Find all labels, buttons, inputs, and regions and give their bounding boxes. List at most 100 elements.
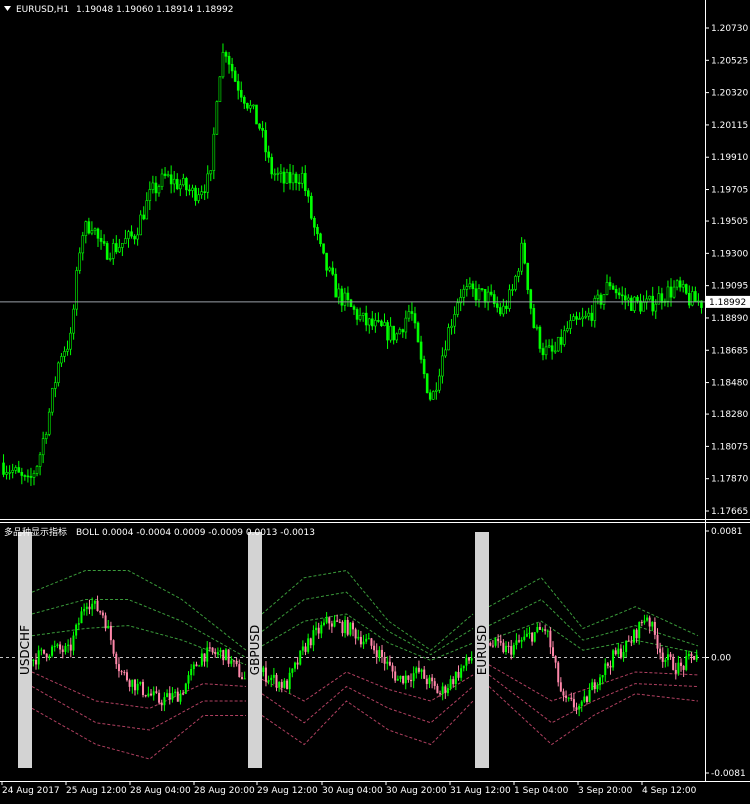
price-candle-body [563,330,566,345]
price-candle-body [642,302,645,312]
upper-band-line [261,591,474,656]
oscillator-candle-body [394,671,397,681]
symbol-tag-label: GBPUSD [248,625,262,675]
price-candle-body [264,130,267,153]
oscillator-candle-body [591,682,594,690]
lower-band-line [261,671,474,702]
oscillator-candle-body [575,707,578,710]
price-candle-body [636,296,639,302]
price-candle-body [654,303,658,312]
price-candle-body [514,276,517,290]
oscillator-candle-body [417,667,420,672]
oscillator-candle-body [354,629,357,639]
upper-band-line [488,598,699,647]
lower-band-line [488,664,699,702]
price-candle-body [87,221,91,234]
main-price-candles [2,43,703,486]
price-candle-body [172,178,176,185]
price-candle-body [367,318,371,326]
oscillator-candle-body [43,649,46,654]
price-candle-body [47,411,51,435]
oscillator-candle-body [359,636,362,645]
price-candle-body [605,282,609,295]
oscillator-candle-body [690,653,693,657]
price-tick-label: 1.20730 [711,24,748,34]
price-candle-body [169,174,173,185]
oscillator-candle-body [510,646,513,655]
oscillator-candle-body [299,650,302,665]
oscillator-candle-body [59,644,62,650]
oscillator-candle-body [155,691,158,693]
price-candle-body [687,293,691,306]
price-candle-body [575,316,578,320]
oscillator-candle-body [680,662,683,666]
oscillator-candle-body [328,617,331,624]
price-candle-body [428,392,432,400]
oscillator-candle-body [322,622,325,626]
oscillator-candle-body [499,641,502,643]
oscillator-candle-body [341,621,344,634]
oscillator-candle-body [546,630,549,632]
dropdown-triangle-icon[interactable] [4,6,11,11]
price-tick-label: 1.19705 [711,186,748,196]
oscillator-candle-body [200,653,203,666]
price-candle-body [279,171,283,174]
oscillator-candle-body [672,656,675,670]
price-candle-body [398,329,402,335]
oscillator-candle-body [147,693,150,697]
price-candle-body [185,178,188,191]
oscillator-candle-body [588,689,591,702]
oscillator-candle-body [224,649,227,661]
oscillator-candle-body [240,676,243,680]
oscillator-candle-body [133,679,136,691]
oscillator-candle-body [192,664,195,669]
oscillator-candle-body [559,682,562,692]
oscillator-candle-body [431,677,434,682]
oscillator-candle-body [40,649,43,651]
oscillator-candle-body [171,693,174,700]
oscillator-candle-body [96,600,99,611]
oscillator-candle-body [428,677,431,685]
oscillator-candle-body [502,642,505,653]
price-candle-body [611,285,615,290]
price-candle-body [584,315,587,318]
oscillator-candle-body [69,644,72,651]
oscillator-candle-body [449,679,452,689]
oscillator-candle-body [37,650,40,665]
price-candle-body [203,191,206,193]
time-tick-label: 30 Aug 04:00 [322,786,383,796]
oscillator-candle-body [346,619,349,635]
oscillator-candle-body [653,621,656,635]
price-candle-body [572,316,575,321]
oscillator-candle-body [362,641,365,645]
price-candle-body [285,171,289,184]
price-candle-body [413,313,417,324]
price-candle-body [154,182,158,194]
oscillator-candle-body [554,655,557,663]
price-candle-body [502,305,505,315]
price-candle-body [681,284,685,288]
price-candle-body [297,182,301,184]
price-candle-body [511,289,514,291]
price-tick-label: 1.17870 [711,475,748,485]
oscillator-candle-body [317,627,320,634]
oscillator-candle-body [291,668,294,673]
price-candle-body [392,325,395,341]
oscillator-candle-body [190,668,193,676]
price-candle-body [182,178,185,186]
price-candle-body [660,293,664,303]
price-candle-body [17,467,21,473]
symbol-tag-label: USDCHF [18,625,32,675]
oscillator-candle-body [402,675,405,684]
oscillator-candle-body [206,647,209,662]
upper-band-line [31,625,247,666]
oscillator-candle-body [630,641,633,643]
oscillator-candle-body [693,656,696,660]
price-candle-body [303,173,307,192]
price-candle-body [175,178,179,190]
price-candle-body [133,235,136,240]
price-candle-body [81,235,85,254]
oscillator-candle-body [272,674,275,678]
price-candle-body [2,462,5,475]
oscillator-candle-body [176,691,179,702]
